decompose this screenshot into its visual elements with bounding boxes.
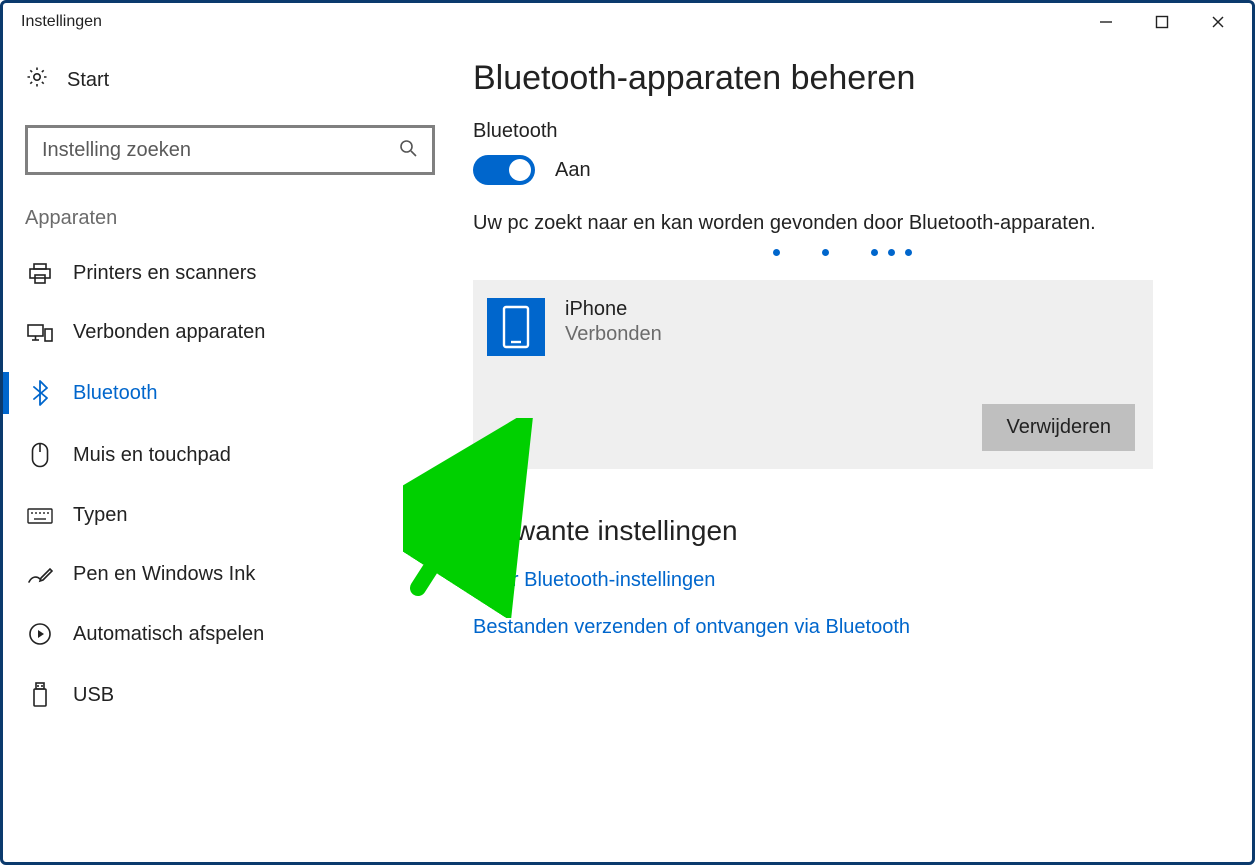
window-controls: [1078, 3, 1246, 41]
sidebar-item-label: Verbonden apparaten: [73, 321, 265, 344]
sidebar-item-typing[interactable]: Typen: [13, 486, 443, 545]
usb-icon: [27, 682, 53, 708]
sidebar-item-label: Printers en scanners: [73, 262, 256, 285]
keyboard-icon: [27, 508, 53, 524]
bluetooth-icon: [27, 380, 53, 406]
link-more-bluetooth-settings[interactable]: Meer Bluetooth-instellingen: [473, 569, 1212, 592]
sidebar-item-connected-devices[interactable]: Verbonden apparaten: [13, 303, 443, 362]
search-icon: [398, 138, 418, 163]
sidebar-item-label: USB: [73, 684, 114, 707]
sidebar-item-autoplay[interactable]: Automatisch afspelen: [13, 604, 443, 664]
sidebar-item-label: Typen: [73, 504, 127, 527]
sidebar-item-pen[interactable]: Pen en Windows Ink: [13, 545, 443, 604]
device-name: iPhone: [565, 298, 662, 321]
sidebar: Start Instelling zoeken Apparaten Printe…: [3, 41, 453, 862]
gear-icon: [25, 65, 49, 95]
sidebar-item-printers[interactable]: Printers en scanners: [13, 244, 443, 303]
autoplay-icon: [27, 622, 53, 646]
sidebar-item-label: Automatisch afspelen: [73, 623, 264, 646]
search-placeholder: Instelling zoeken: [42, 139, 191, 162]
searching-indicator: [663, 249, 1023, 256]
related-settings-title: Verwante instellingen: [473, 515, 1212, 547]
close-button[interactable]: [1190, 3, 1246, 41]
remove-device-button[interactable]: Verwijderen: [982, 404, 1135, 451]
sidebar-item-usb[interactable]: USB: [13, 664, 443, 726]
connected-devices-icon: [27, 323, 53, 343]
sidebar-item-label: Pen en Windows Ink: [73, 563, 255, 586]
sidebar-item-bluetooth[interactable]: Bluetooth: [13, 362, 443, 424]
window-title: Instellingen: [21, 13, 102, 31]
phone-icon: [487, 298, 545, 356]
printer-icon: [27, 263, 53, 285]
device-status: Verbonden: [565, 323, 662, 346]
minimize-button[interactable]: [1078, 3, 1134, 41]
start-label: Start: [67, 69, 109, 92]
bluetooth-section-label: Bluetooth: [473, 120, 1212, 143]
device-card-iphone[interactable]: iPhone Verbonden Verwijderen: [473, 280, 1153, 469]
toggle-knob: [509, 159, 531, 181]
sidebar-section-header: Apparaten: [13, 201, 443, 236]
search-input[interactable]: Instelling zoeken: [25, 125, 435, 175]
sidebar-item-label: Bluetooth: [73, 382, 158, 405]
titlebar: Instellingen: [3, 3, 1252, 41]
start-button[interactable]: Start: [13, 59, 443, 101]
sidebar-item-mouse[interactable]: Muis en touchpad: [13, 424, 443, 486]
main-content: Bluetooth-apparaten beheren Bluetooth Aa…: [453, 41, 1252, 862]
bluetooth-toggle-row: Aan: [473, 155, 1212, 185]
bluetooth-status-text: Uw pc zoekt naar en kan worden gevonden …: [473, 209, 1113, 239]
bluetooth-toggle[interactable]: [473, 155, 535, 185]
mouse-icon: [27, 442, 53, 468]
maximize-button[interactable]: [1134, 3, 1190, 41]
pen-icon: [27, 565, 53, 585]
page-title: Bluetooth-apparaten beheren: [473, 59, 1212, 98]
sidebar-item-label: Muis en touchpad: [73, 444, 231, 467]
toggle-state-label: Aan: [555, 159, 591, 182]
settings-window: Instellingen Start: [0, 0, 1255, 865]
link-send-receive-files[interactable]: Bestanden verzenden of ontvangen via Blu…: [473, 616, 1212, 639]
